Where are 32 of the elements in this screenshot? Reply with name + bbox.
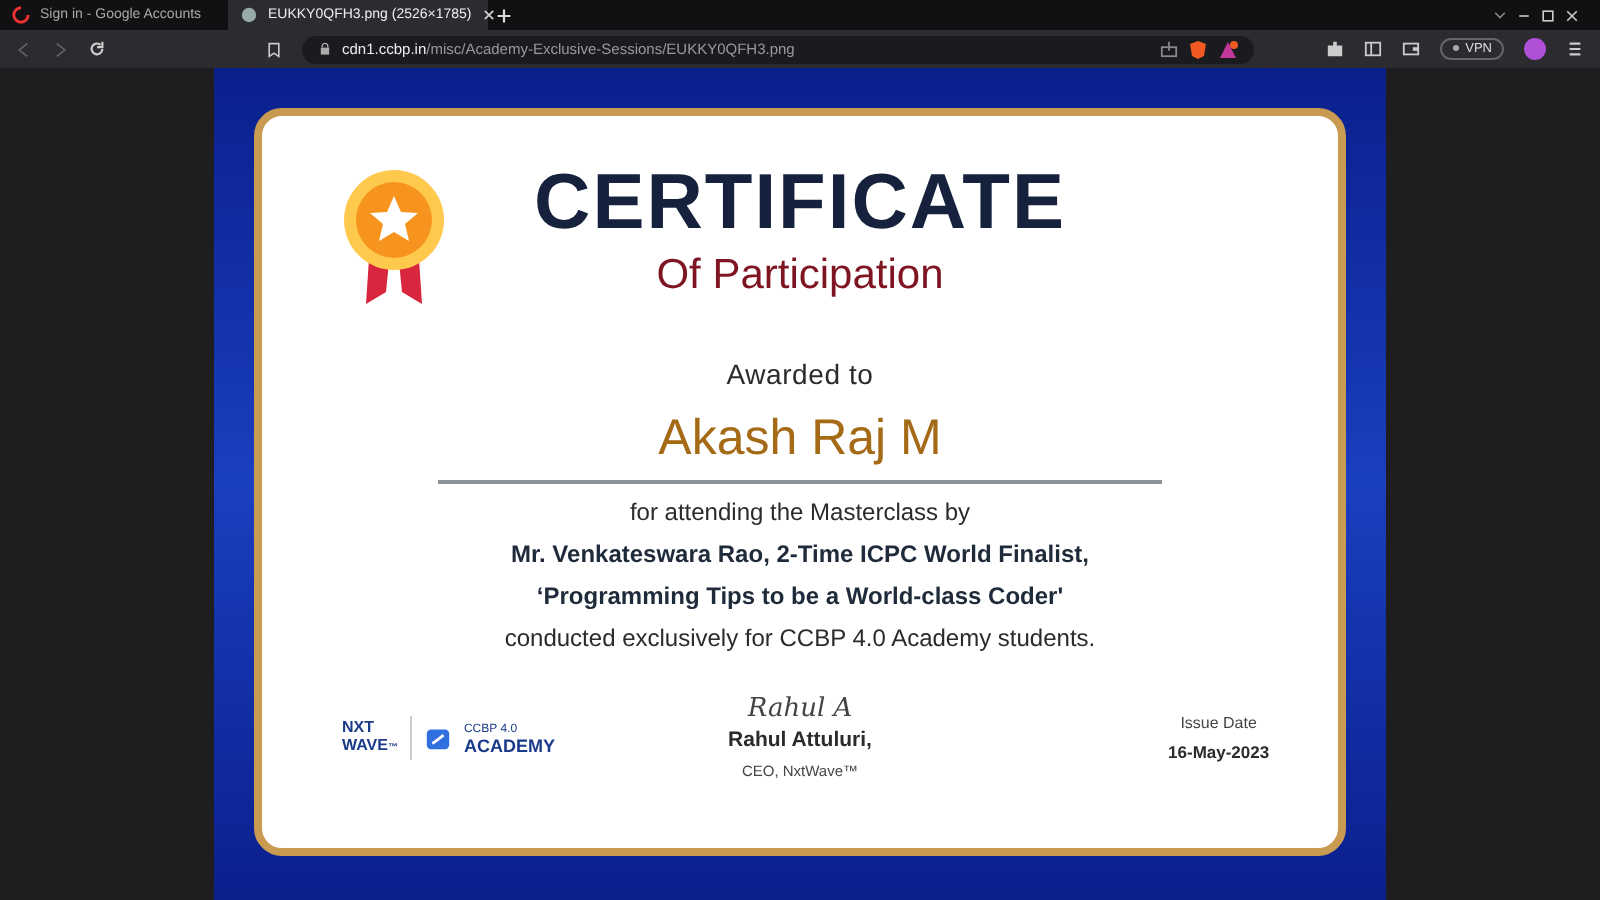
recipient-name: Akash Raj M: [438, 410, 1162, 484]
sidebar-icon[interactable]: [1363, 40, 1382, 58]
loading-ring-icon[interactable]: [12, 6, 30, 24]
new-tab-icon[interactable]: [496, 7, 512, 23]
reload-icon[interactable]: [88, 40, 106, 58]
award-medal-icon: [342, 168, 446, 308]
avatar-icon[interactable]: [1524, 38, 1546, 60]
back-icon[interactable]: [16, 41, 32, 57]
close-icon[interactable]: [481, 8, 496, 22]
issue-date-label: Issue Date: [1178, 713, 1259, 731]
description-text: conducted exclusively for CCBP 4.0 Academy students.: [504, 624, 1096, 652]
logo-text: NXT: [342, 717, 376, 735]
signature: Rahul A: [747, 694, 853, 724]
signer-name: Rahul Attuluri,: [728, 728, 872, 752]
maximize-icon[interactable]: [1540, 7, 1556, 23]
certificate-title: CERTIFICATE: [534, 160, 1066, 248]
bookmark-icon[interactable]: [266, 41, 282, 57]
status-dot-icon: [1451, 44, 1460, 53]
menu-icon[interactable]: [1566, 40, 1584, 58]
logo-text: ACADEMY: [463, 737, 555, 753]
share-icon[interactable]: [1160, 40, 1178, 58]
certificate-subtitle: Of Participation: [654, 252, 946, 300]
dropdown-icon[interactable]: [1492, 7, 1508, 23]
masterclass-detail: Mr. Venkateswara Rao, 2-Time ICPC World Finalist,: [511, 540, 1089, 568]
awarded-to-label: Awarded to: [726, 358, 874, 390]
lock-icon[interactable]: [318, 42, 332, 56]
masterclass-detail: ‘Programming Tips to be a World-class Coder': [536, 582, 1064, 610]
wallet-icon[interactable]: [1401, 40, 1420, 58]
forward-icon[interactable]: [52, 41, 68, 57]
issue-date: 16-May-2023: [1166, 741, 1272, 761]
close-icon[interactable]: [1564, 7, 1580, 23]
description-text: for attending the Masterclass by: [629, 498, 971, 526]
